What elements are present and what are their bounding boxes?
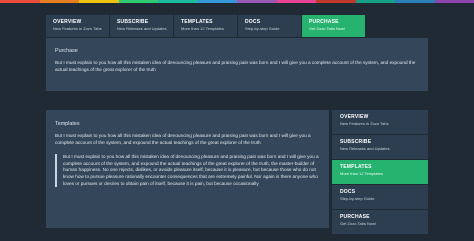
tab-title: SUBSCRIBE bbox=[117, 19, 149, 25]
stripe-segment bbox=[316, 0, 356, 3]
side-tab-bar: OVERVIEW New Features in Zozo Tabs SUBSC… bbox=[332, 110, 428, 235]
panel-text: But I must explain to you how all this m… bbox=[55, 60, 416, 72]
tab-subtitle: Step-by-step Guide bbox=[245, 26, 280, 31]
tab-subtitle: More than 12 Templates bbox=[181, 26, 224, 31]
side-tab-templates[interactable]: TEMPLATES More than 12 Templates bbox=[332, 160, 428, 184]
tab-title: PURCHASE bbox=[309, 19, 339, 25]
templates-tab-panel: Templates But I must explain to you how … bbox=[46, 110, 329, 228]
purchase-tab-panel: Purchase But I must explain to you how a… bbox=[46, 38, 428, 91]
tab-subtitle: More than 12 Templates bbox=[340, 171, 383, 176]
tab-overview[interactable]: OVERVIEW New Features in Zozo Tabs bbox=[46, 15, 109, 37]
stripe-segment bbox=[197, 0, 237, 3]
tab-title: DOCS bbox=[340, 189, 356, 195]
tab-title: DOCS bbox=[245, 19, 261, 25]
stripe-segment bbox=[118, 0, 158, 3]
tab-title: TEMPLATES bbox=[340, 164, 372, 170]
stripe-segment bbox=[434, 0, 474, 3]
stripe-segment bbox=[355, 0, 395, 3]
tab-templates[interactable]: TEMPLATES More than 12 Templates bbox=[174, 15, 237, 37]
tab-subtitle: New Features in Zozo Tabs bbox=[340, 121, 389, 126]
tab-title: PURCHASE bbox=[340, 214, 370, 220]
tab-title: OVERVIEW bbox=[53, 19, 82, 25]
side-tab-subscribe[interactable]: SUBSCRIBE New Releases and Updates bbox=[332, 135, 428, 159]
tab-subtitle: New Releases and Updates bbox=[117, 26, 167, 31]
top-color-stripe bbox=[0, 0, 474, 3]
tab-purchase[interactable]: PURCHASE Get Zozo Tabs Now! bbox=[302, 15, 365, 37]
side-tab-overview[interactable]: OVERVIEW New Features in Zozo Tabs bbox=[332, 110, 428, 134]
stripe-segment bbox=[276, 0, 316, 3]
panel-title: Templates bbox=[55, 121, 80, 127]
tab-subtitle: Get Zozo Tabs Now! bbox=[309, 26, 346, 31]
tab-subscribe[interactable]: SUBSCRIBE New Releases and Updates bbox=[110, 15, 173, 37]
top-tab-bar: OVERVIEW New Features in Zozo Tabs SUBSC… bbox=[46, 15, 428, 37]
stripe-segment bbox=[79, 0, 119, 3]
tab-title: SUBSCRIBE bbox=[340, 139, 372, 145]
stripe-segment bbox=[39, 0, 79, 3]
tab-title: OVERVIEW bbox=[340, 114, 369, 120]
tab-docs[interactable]: DOCS Step-by-step Guide bbox=[238, 15, 301, 37]
panel-text: But I must explain to you how all this m… bbox=[55, 133, 311, 145]
tab-title: TEMPLATES bbox=[181, 19, 213, 25]
side-tab-docs[interactable]: DOCS Step-by-step Guide bbox=[332, 185, 428, 209]
tab-subtitle: New Releases and Updates bbox=[340, 146, 390, 151]
tab-subtitle: New Features in Zozo Tabs bbox=[53, 26, 102, 31]
stripe-segment bbox=[0, 0, 40, 3]
side-tab-purchase[interactable]: PURCHASE Get Zozo Tabs Now! bbox=[332, 210, 428, 234]
tab-subtitle: Get Zozo Tabs Now! bbox=[340, 221, 377, 226]
stripe-segment bbox=[237, 0, 277, 3]
stripe-segment bbox=[395, 0, 435, 3]
tab-subtitle: Step-by-step Guide bbox=[340, 196, 375, 201]
blockquote: But I must explain to you how all this m… bbox=[55, 154, 320, 188]
stripe-segment bbox=[158, 0, 198, 3]
panel-title: Purchase bbox=[55, 48, 78, 54]
